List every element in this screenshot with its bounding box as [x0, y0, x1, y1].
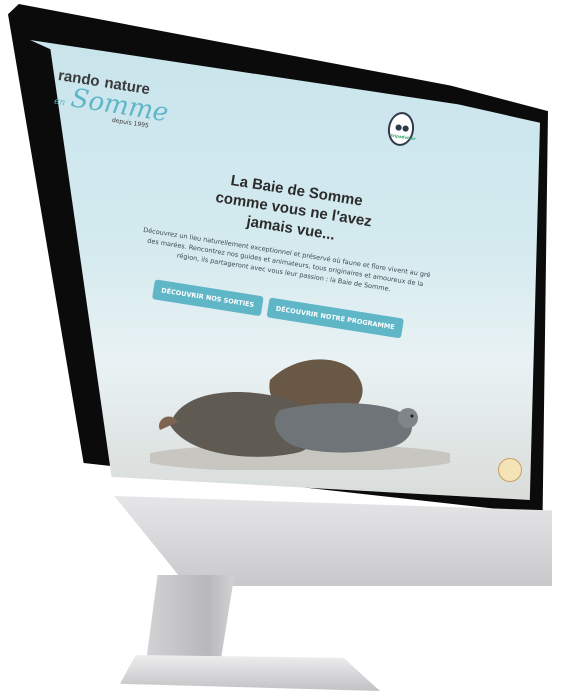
imac-monitor: rando nature en Somme depuis 1995 ●● tri…	[0, 0, 561, 700]
monitor-chin	[114, 496, 552, 586]
badge-label: tripadvisor	[390, 132, 416, 142]
monitor-stand	[145, 575, 235, 665]
logo-en-text: en	[53, 96, 66, 109]
tripadvisor-owl-icon: ●●	[394, 122, 410, 134]
seals-photo	[150, 359, 450, 470]
monitor-foot	[120, 655, 380, 691]
scroll-down-icon[interactable]	[498, 458, 522, 482]
